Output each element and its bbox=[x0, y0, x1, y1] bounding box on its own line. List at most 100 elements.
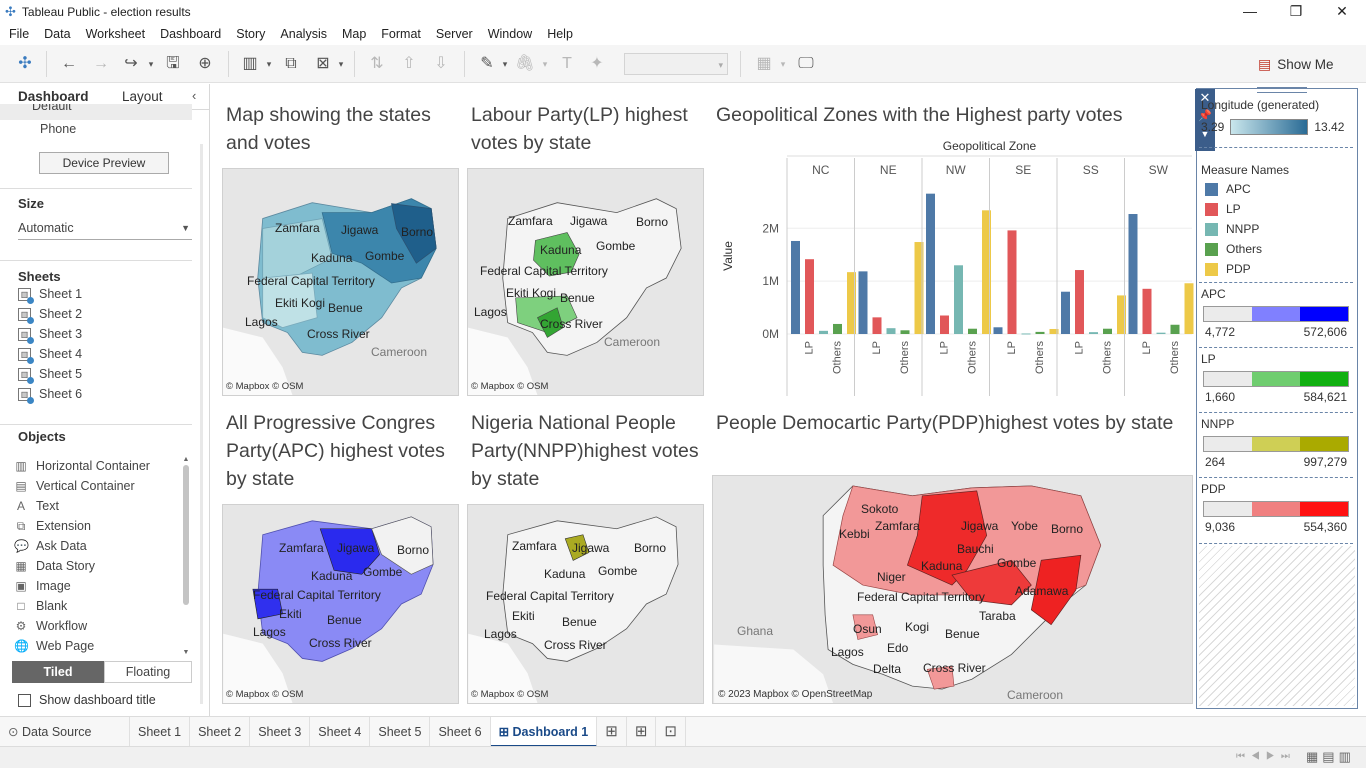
sheet-item[interactable]: ▥ Sheet 4 bbox=[0, 344, 192, 364]
map-nnpp[interactable]: Zamfara Jigawa Borno Kaduna Gombe Federa… bbox=[467, 504, 704, 704]
map-pdp[interactable]: Sokoto Zamfara Kebbi Jigawa Yobe Borno B… bbox=[712, 475, 1193, 704]
object-image[interactable]: ▣ Image bbox=[0, 576, 180, 596]
device-phone[interactable]: Phone bbox=[40, 122, 76, 136]
minimize-button[interactable]: — bbox=[1227, 0, 1273, 23]
side-panel-scrollbar[interactable] bbox=[200, 144, 203, 704]
sheet-tab[interactable]: Sheet 1 bbox=[130, 716, 191, 747]
collapse-panel-icon[interactable]: ‹ bbox=[192, 88, 196, 103]
legend-item[interactable]: LP bbox=[1197, 199, 1353, 219]
sheet-tab[interactable]: Sheet 3 bbox=[250, 716, 311, 747]
menu-format[interactable]: Format bbox=[372, 27, 427, 41]
swap-icon[interactable]: ⇅ bbox=[366, 53, 388, 75]
device-default[interactable]: Default bbox=[0, 104, 192, 113]
menu-analysis[interactable]: Analysis bbox=[271, 27, 333, 41]
menu-help[interactable]: Help bbox=[538, 27, 579, 41]
legend-pdp[interactable]: PDP 9,036 554,360 bbox=[1197, 482, 1355, 534]
tableau-home-icon[interactable]: ✣ bbox=[14, 53, 36, 75]
menu-worksheet[interactable]: Worksheet bbox=[77, 27, 152, 41]
new-dashboard-icon[interactable]: ⊞ bbox=[627, 716, 657, 747]
menu-server[interactable]: Server bbox=[427, 27, 479, 41]
dropdown-arrow-icon[interactable]: ▾ bbox=[500, 53, 510, 75]
sort-ascending-icon[interactable]: ⇧ bbox=[398, 53, 420, 75]
object-workflow[interactable]: ⚙ Workflow bbox=[0, 616, 180, 636]
show-cards-icon[interactable]: ▦ bbox=[752, 53, 776, 75]
presentation-icon[interactable]: 🖵 bbox=[794, 53, 818, 75]
sheet-nav-icon[interactable]: ⏮◀▶⏭ bbox=[1236, 751, 1296, 762]
dashboard-tab[interactable]: ⊞ Dashboard 1 bbox=[490, 716, 598, 747]
show-title-row[interactable]: Show dashboard title bbox=[18, 693, 156, 707]
dropdown-arrow-icon[interactable]: ▾ bbox=[336, 53, 346, 75]
view-toggle-icon[interactable]: ▦▤▥ bbox=[1306, 749, 1355, 765]
close-button[interactable]: ✕ bbox=[1319, 0, 1365, 23]
fit-dropdown[interactable]: ▾ bbox=[624, 53, 728, 75]
show-title-checkbox[interactable] bbox=[18, 693, 31, 707]
sheet-item[interactable]: ▥ Sheet 1 bbox=[0, 288, 192, 304]
object-data-story[interactable]: ▦ Data Story bbox=[0, 556, 180, 576]
duplicate-icon[interactable]: ⧉ bbox=[280, 53, 302, 75]
dropdown-arrow-icon[interactable]: ▾ bbox=[146, 53, 156, 75]
device-preview-button[interactable]: Device Preview bbox=[39, 152, 169, 174]
menu-story[interactable]: Story bbox=[227, 27, 271, 41]
highlight-icon[interactable]: ✎ bbox=[476, 53, 498, 75]
legend-item[interactable]: APC bbox=[1197, 179, 1353, 199]
objects-scrollbar[interactable]: ▲ ▼ bbox=[182, 456, 190, 656]
apc-gradient bbox=[1203, 306, 1349, 322]
object-ask-data[interactable]: 💬 Ask Data bbox=[0, 536, 180, 556]
sheet-tab[interactable]: Sheet 4 bbox=[310, 716, 371, 747]
sheet-tab[interactable]: Sheet 6 bbox=[430, 716, 491, 747]
tiled-button[interactable]: Tiled bbox=[12, 661, 104, 683]
map-states-votes[interactable]: Zamfara Jigawa Borno Kaduna Gombe Federa… bbox=[222, 168, 459, 396]
dropdown-arrow-icon[interactable]: ▾ bbox=[264, 53, 274, 75]
data-source-tab[interactable]: ⊙ Data Source bbox=[0, 716, 130, 747]
y-tick-label: 2M bbox=[762, 221, 779, 235]
menu-window[interactable]: Window bbox=[479, 27, 538, 41]
object-text[interactable]: A Text bbox=[0, 496, 180, 516]
label-icon[interactable]: T bbox=[556, 53, 578, 75]
sheet-item[interactable]: ▥ Sheet 3 bbox=[0, 324, 192, 344]
dropdown-arrow-icon[interactable]: ▾ bbox=[540, 53, 550, 75]
object-vertical-container[interactable]: ▤ Vertical Container bbox=[0, 476, 180, 496]
menu-data[interactable]: Data bbox=[35, 27, 76, 41]
sheet-item[interactable]: ▥ Sheet 5 bbox=[0, 364, 192, 384]
legend-item[interactable]: Others bbox=[1197, 239, 1353, 259]
new-worksheet-icon[interactable]: ▥ bbox=[238, 53, 262, 75]
map-apc[interactable]: Zamfara Jigawa Borno Kaduna Gombe Federa… bbox=[222, 504, 459, 704]
sheet-tab[interactable]: Sheet 5 bbox=[370, 716, 431, 747]
undo-icon[interactable]: ← bbox=[58, 53, 80, 75]
sort-descending-icon[interactable]: ⇩ bbox=[430, 53, 452, 75]
legend-apc[interactable]: APC 4,772 572,606 bbox=[1197, 287, 1355, 339]
sheet-tab[interactable]: Sheet 2 bbox=[190, 716, 251, 747]
new-worksheet-icon[interactable]: ⊞ bbox=[597, 716, 627, 747]
menu-map[interactable]: Map bbox=[333, 27, 372, 41]
dropdown-arrow-icon[interactable]: ▾ bbox=[778, 53, 788, 75]
legend-longitude[interactable]: 3.29 13.42 bbox=[1201, 119, 1344, 135]
sheet-item[interactable]: ▥ Sheet 6 bbox=[0, 384, 192, 404]
map-lp[interactable]: Zamfara Jigawa Borno Kaduna Gombe Federa… bbox=[467, 168, 704, 396]
drag-handle[interactable] bbox=[1257, 87, 1307, 93]
show-me-button[interactable]: ▤ Show Me bbox=[1252, 51, 1354, 77]
legend-lp[interactable]: LP 1,660 584,621 bbox=[1197, 352, 1355, 404]
legend-item[interactable]: NNPP bbox=[1197, 219, 1353, 239]
object-web-page[interactable]: 🌐 Web Page bbox=[0, 636, 180, 656]
redo-icon[interactable]: → bbox=[90, 53, 112, 75]
object-extension[interactable]: ⧉ Extension bbox=[0, 516, 180, 536]
new-data-source-icon[interactable]: ⊕ bbox=[194, 53, 216, 75]
legend-item[interactable]: PDP bbox=[1197, 259, 1353, 279]
object-horizontal-container[interactable]: ▥ Horizontal Container bbox=[0, 456, 180, 476]
group-icon[interactable]: 🖇 bbox=[514, 53, 536, 75]
new-story-icon[interactable]: ⊡ bbox=[656, 716, 686, 747]
floating-button[interactable]: Floating bbox=[104, 661, 192, 683]
pin-icon[interactable]: ✦ bbox=[586, 53, 608, 75]
menu-dashboard[interactable]: Dashboard bbox=[151, 27, 227, 41]
save-icon[interactable]: 🖫 bbox=[162, 53, 184, 75]
sheet-item[interactable]: ▥ Sheet 2 bbox=[0, 304, 192, 324]
clear-sheet-icon[interactable]: ⊠ bbox=[312, 53, 334, 75]
maximize-button[interactable]: ❐ bbox=[1273, 0, 1319, 23]
bar-chart-zones[interactable]: Geopolitical Zone Value 2M 1M 0M NC LP Others NE… bbox=[712, 136, 1194, 396]
menu-file[interactable]: File bbox=[0, 27, 35, 41]
replay-icon[interactable]: ↪ bbox=[120, 53, 142, 75]
size-dropdown[interactable]: Automatic ▼ bbox=[18, 218, 192, 240]
object-blank[interactable]: □ Blank bbox=[0, 596, 180, 616]
color-swatch bbox=[1205, 182, 1218, 196]
legend-nnpp[interactable]: NNPP 264 997,279 bbox=[1197, 417, 1355, 469]
